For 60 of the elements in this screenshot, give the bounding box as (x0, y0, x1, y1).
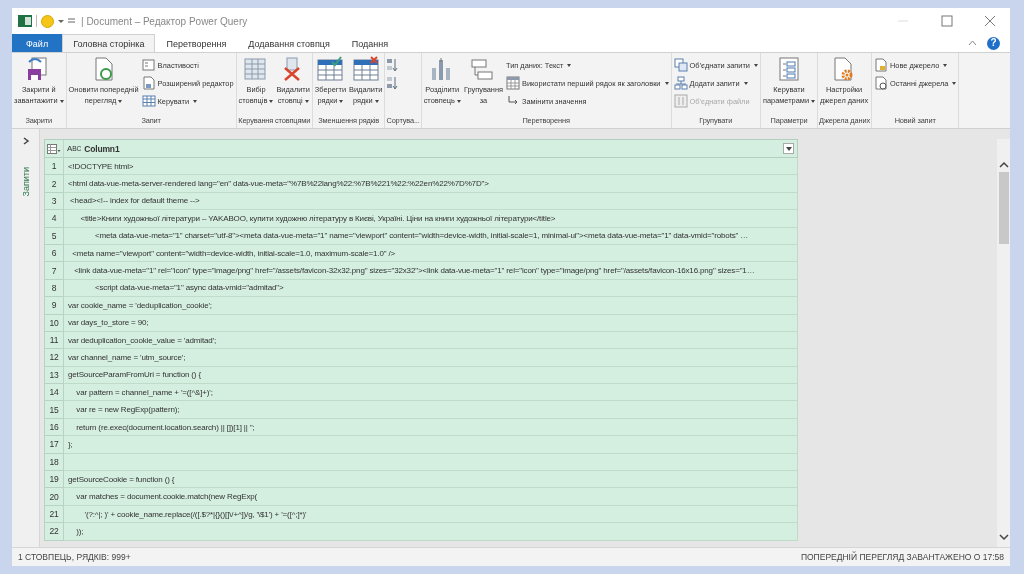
table-cell: var pattern = channel_name + '=([^&]+)'; (64, 384, 798, 402)
table-header-icon (506, 76, 520, 90)
table-cell: <title>Книги художньої літератури – YAKABOO, купити художню літературу в Києві, Україні. Ціни на книги художньої літератури</title> (64, 210, 798, 228)
table-icon (141, 94, 156, 108)
row-number: 19 (44, 471, 64, 489)
remove-rows-icon (351, 56, 380, 82)
sort-ascending-icon[interactable] (386, 57, 399, 73)
properties-icon (141, 58, 156, 72)
merge-icon (673, 58, 688, 72)
status-text: ПОПЕРЕДНІЙ ПЕРЕГЛЯД ЗАВАНТАЖЕНО О 17:58 (800, 552, 1004, 562)
keep-rows-icon (316, 56, 345, 82)
expand-button[interactable] (21, 137, 30, 145)
file-tab[interactable]: Файл (12, 34, 63, 52)
table-cell: <html data-vue-meta-server-rendered lang="en" data-vue-meta="%7B%22lang%22:%7B%221%22:%22en%22%7D%7D"> (64, 175, 798, 193)
ribbon-tab[interactable]: Додавання стовпця (237, 34, 341, 52)
sort-descending-icon[interactable] (386, 75, 399, 91)
row-number: 17 (44, 436, 64, 454)
caret-icon[interactable] (58, 18, 64, 24)
row-number: 1 (44, 158, 64, 176)
row-number: 4 (44, 210, 64, 228)
table-menu-icon[interactable] (47, 143, 61, 154)
ribbon-tab[interactable]: Головна сторінка (62, 34, 156, 52)
scrollbar[interactable] (997, 139, 1010, 547)
collapse-ribbon-icon[interactable] (968, 40, 977, 46)
row-number: 22 (44, 523, 64, 541)
table-cell: <!DOCTYPE html> (64, 158, 798, 176)
row-number: 2 (44, 175, 64, 193)
document-clock-icon (873, 76, 888, 90)
window-title: | Document – Редактор Power Query (81, 15, 248, 27)
status-text: 1 СТОВПЕЦЬ, РЯДКІВ: 999+ (18, 552, 131, 562)
queries-pane-label[interactable]: Запити (20, 167, 31, 197)
close-icon[interactable] (983, 15, 997, 27)
table-cell: )); (64, 523, 798, 541)
row-number: 7 (44, 262, 64, 280)
ribbon-tab[interactable]: Подання (340, 34, 400, 52)
append-icon (673, 76, 688, 90)
combine-files-icon (673, 94, 688, 108)
help-button[interactable]: ? (987, 36, 1000, 50)
table-cell: var cookie_name = 'deduplication_cookie'; (64, 297, 798, 315)
scroll-up-icon[interactable] (998, 161, 1009, 168)
document-icon (141, 76, 156, 90)
row-number: 9 (44, 297, 64, 315)
table-cell: var re = new RegExp(pattern); (64, 401, 798, 419)
row-number: 15 (44, 401, 64, 419)
table-cell: var channel_name = 'utm_source'; (64, 349, 798, 367)
spreadsheet-app-icon (18, 14, 32, 28)
table-cell: }; (64, 436, 798, 454)
column-name: Column1 (84, 142, 120, 156)
row-number: 20 (44, 488, 64, 506)
table-cell: getSourceCookie = function () { (64, 471, 798, 489)
ribbon-tab[interactable]: Перетворення (155, 34, 238, 52)
table-cell: <link data-vue-meta="1" rel="icon" type="image/png" href="/assets/favicon-32x32.png" sizes="32x32"><link data-vue-meta="1" rel="icon" type="image/png" href="/assets/favicon-16x16.png" sizes="1… (64, 262, 798, 280)
customize-icon[interactable] (68, 17, 75, 25)
document-icon (873, 58, 888, 72)
scroll-thumb[interactable] (998, 172, 1009, 244)
row-number: 14 (44, 384, 64, 402)
row-number: 12 (44, 349, 64, 367)
scroll-down-icon[interactable] (998, 534, 1009, 541)
table-cell: var matches = document.cookie.match(new RegExp( (64, 488, 798, 506)
maximize-icon[interactable] (939, 15, 953, 27)
